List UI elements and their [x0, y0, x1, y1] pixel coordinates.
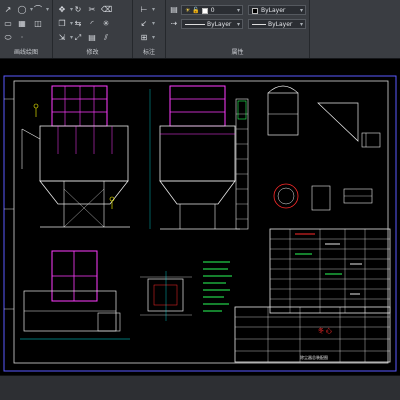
ribbon: ↗ ◯ ⌒ ▭ ▦ ◫ ⬭ · 画线绘图 ✥ ↻ ✂ ⌫ ❐ ⇆ ◜ ✳ ⇲ ⤢…: [0, 0, 400, 59]
drawing-outer-frame: [3, 75, 397, 372]
side-elevation-view: [149, 85, 249, 230]
ellipse-icon[interactable]: ⬭: [3, 33, 13, 43]
drawing-svg: 冬 心 除尘器总装配图: [3, 75, 397, 372]
rotate-icon[interactable]: ↻: [73, 5, 83, 15]
hatch-icon[interactable]: ▦: [17, 19, 27, 29]
properties-panel: ▤ ☀ 🔓 0 ▾ ByLayer ▾ ⇢ ByLayer ▾ ByLayer …: [166, 0, 310, 58]
drawing-inner-frame: [13, 80, 389, 364]
color-swatch: [252, 7, 258, 14]
scale-icon[interactable]: ⤢: [73, 33, 83, 43]
draw-panel-title[interactable]: 画线绘图: [0, 47, 52, 56]
explode-icon[interactable]: ✳: [101, 19, 111, 29]
chevron-down-icon: ▾: [236, 21, 240, 28]
offset-icon[interactable]: ⫽: [101, 33, 111, 43]
match-properties-icon[interactable]: ⇢: [169, 19, 179, 29]
layer-value: 0: [210, 7, 215, 14]
circle-icon[interactable]: ◯: [17, 5, 33, 15]
mirror-icon[interactable]: ⇆: [73, 19, 83, 29]
chevron-down-icon: ▾: [299, 21, 303, 28]
front-elevation-view: [21, 85, 130, 228]
layer-properties-icon[interactable]: ▤: [169, 5, 179, 15]
polyline-icon[interactable]: ↗: [3, 5, 13, 15]
lineweight-value: ByLayer: [207, 21, 232, 28]
annotation-panel: ⊢ ↙ ⊞ 标注: [133, 0, 166, 58]
color-dropdown[interactable]: ByLayer ▾: [248, 5, 306, 15]
rectangle-icon[interactable]: ▭: [3, 19, 13, 29]
table-icon[interactable]: ⊞: [139, 33, 155, 43]
stretch-icon[interactable]: ⇲: [57, 33, 73, 43]
point-icon[interactable]: ·: [17, 33, 27, 43]
region-icon[interactable]: ◫: [33, 19, 43, 29]
technical-notes: [203, 261, 232, 312]
layer-on-icon: ☀: [185, 7, 191, 14]
title-block-drawing-name: 除尘器总装配图: [300, 354, 328, 360]
layer-dropdown[interactable]: ☀ 🔓 0 ▾: [181, 5, 243, 15]
chevron-down-icon: ▾: [236, 7, 240, 14]
trim-icon[interactable]: ✂: [87, 5, 97, 15]
bottom-frame: [0, 375, 400, 400]
draw-panel: ↗ ◯ ⌒ ▭ ▦ ◫ ⬭ · 画线绘图: [0, 0, 53, 58]
lineweight-preview: [185, 24, 205, 25]
linetype-preview: [252, 24, 266, 25]
chevron-down-icon: ▾: [299, 7, 303, 14]
detail-views: [267, 85, 381, 211]
color-value: ByLayer: [261, 7, 286, 14]
linear-dimension-icon[interactable]: ⊢: [139, 5, 155, 15]
title-block: [234, 306, 391, 363]
specification-table: [269, 228, 391, 314]
array-icon[interactable]: ▤: [87, 33, 97, 43]
linetype-dropdown[interactable]: ByLayer ▾: [248, 19, 306, 29]
annotation-panel-title[interactable]: 标注: [133, 47, 165, 56]
modify-panel: ✥ ↻ ✂ ⌫ ❐ ⇆ ◜ ✳ ⇲ ⤢ ▤ ⫽ 修改: [53, 0, 133, 58]
erase-icon[interactable]: ⌫: [101, 5, 112, 15]
arc-icon[interactable]: ⌒: [33, 5, 49, 15]
autocad-window: ↗ ◯ ⌒ ▭ ▦ ◫ ⬭ · 画线绘图 ✥ ↻ ✂ ⌫ ❐ ⇆ ◜ ✳ ⇲ ⤢…: [0, 0, 400, 400]
copy-icon[interactable]: ❐: [57, 19, 73, 29]
section-view: [140, 271, 192, 321]
properties-panel-title[interactable]: 属性: [166, 47, 309, 56]
leader-icon[interactable]: ↙: [139, 19, 155, 29]
modify-panel-title[interactable]: 修改: [53, 47, 132, 56]
lineweight-dropdown[interactable]: ByLayer ▾: [181, 19, 243, 29]
linetype-value: ByLayer: [268, 21, 293, 28]
plan-view: [20, 250, 130, 340]
fillet-icon[interactable]: ◜: [87, 19, 97, 29]
move-icon[interactable]: ✥: [57, 5, 73, 15]
title-block-red-text: 冬 心: [318, 327, 332, 335]
layer-unlock-icon: 🔓: [192, 7, 200, 14]
drawing-canvas[interactable]: 冬 心 除尘器总装配图: [0, 59, 400, 375]
layer-color-swatch: [201, 7, 208, 14]
